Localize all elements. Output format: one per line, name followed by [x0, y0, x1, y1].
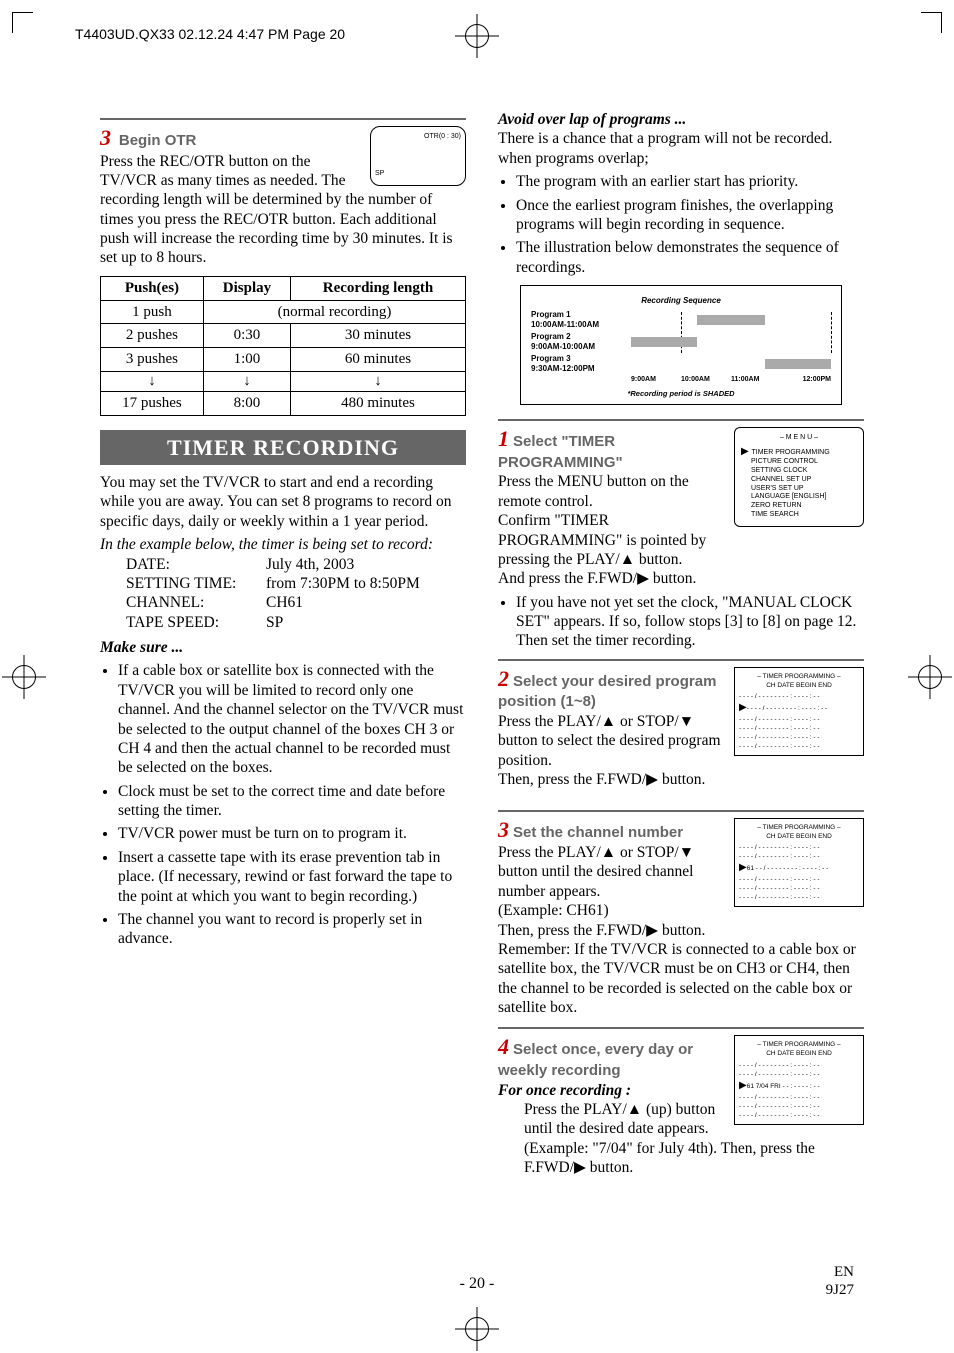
crop-mark-tr — [921, 12, 942, 33]
step3r-body3: Then, press the F.FWD/▶ button. — [498, 921, 864, 940]
step1-body3: And press the F.FWD/▶ button. — [498, 569, 864, 588]
left-column: OTR(0 : 30) SP 3 Begin OTR Press the REC… — [100, 110, 466, 1263]
otr-push-table: Push(es) Display Recording length 1 push… — [100, 276, 466, 416]
menu-osd-illustration: – M E N U – ▶ TIMER PROGRAMMING PICTURE … — [734, 427, 864, 527]
avoid-list: The program with an earlier start has pr… — [498, 172, 864, 277]
registration-mark-bottom — [455, 1307, 499, 1351]
step1-note: If you have not yet set the clock, "MANU… — [516, 593, 864, 651]
example-lead: In the example below, the timer is being… — [100, 535, 466, 554]
step2-body2: Then, press the F.FWD/▶ button. — [498, 770, 864, 789]
avoid-title: Avoid over lap of programs ... — [498, 110, 864, 129]
registration-mark-top — [455, 14, 499, 58]
timer-programming-osd-2: – TIMER PROGRAMMING – CH DATE BEGIN END … — [734, 667, 864, 757]
example-block: DATE:July 4th, 2003 SETTING TIME:from 7:… — [126, 555, 466, 633]
list-item: The illustration below demonstrates the … — [516, 238, 864, 277]
footer-right: EN9J27 — [826, 1263, 854, 1299]
otr-display-illustration: OTR(0 : 30) SP — [370, 126, 466, 186]
list-item: The channel you want to record is proper… — [118, 910, 466, 949]
step-number: 3 — [100, 125, 111, 150]
list-item: TV/VCR power must be turn on to program … — [118, 824, 466, 843]
avoid-body: There is a chance that a program will no… — [498, 129, 864, 168]
list-item: Once the earliest program finishes, the … — [516, 196, 864, 235]
file-info: T4403UD.QX33 02.12.24 4:47 PM Page 20 — [75, 26, 345, 42]
section-title-bar: TIMER RECORDING — [100, 430, 466, 466]
th-pushes: Push(es) — [101, 276, 204, 300]
th-display: Display — [203, 276, 290, 300]
crop-mark-tl — [12, 12, 33, 33]
list-item: The program with an earlier start has pr… — [516, 172, 864, 191]
timer-programming-osd-3: – TIMER PROGRAMMING – CH DATE BEGIN END … — [734, 818, 864, 908]
registration-mark-right — [908, 655, 952, 699]
step-title: Begin OTR — [119, 132, 197, 149]
registration-mark-left — [2, 655, 46, 699]
step3r-body4: Remember: If the TV/VCR is connected to … — [498, 940, 864, 1018]
timer-intro: You may set the TV/VCR to start and end … — [100, 473, 466, 531]
list-item: If a cable box or satellite box is conne… — [118, 661, 466, 777]
page-number: - 20 - — [0, 1275, 954, 1293]
make-sure-list: If a cable box or satellite box is conne… — [100, 661, 466, 948]
timer-programming-osd-4: – TIMER PROGRAMMING – CH DATE BEGIN END … — [734, 1035, 864, 1125]
right-column: Avoid over lap of programs ... There is … — [498, 110, 864, 1263]
recording-sequence-diagram: Recording Sequence Program 110:00AM-11:0… — [520, 285, 842, 405]
make-sure-heading: Make sure ... — [100, 638, 466, 657]
th-length: Recording length — [290, 276, 465, 300]
list-item: Insert a cassette tape with its erase pr… — [118, 848, 466, 906]
list-item: Clock must be set to the correct time an… — [118, 782, 466, 821]
